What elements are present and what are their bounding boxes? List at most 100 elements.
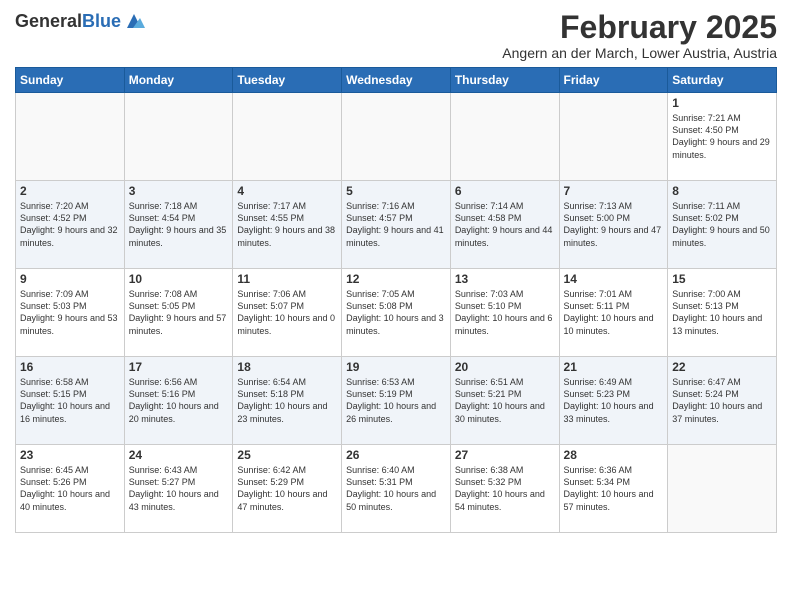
day-cell: 13 Sunrise: 7:03 AM Sunset: 5:10 PM Dayli… [450, 269, 559, 357]
day-cell: 10 Sunrise: 7:08 AM Sunset: 5:05 PM Dayli… [124, 269, 233, 357]
day-number: 17 [129, 360, 229, 374]
day-cell: 14 Sunrise: 7:01 AM Sunset: 5:11 PM Dayli… [559, 269, 668, 357]
day-number: 16 [20, 360, 120, 374]
day-info: Sunrise: 6:49 AM Sunset: 5:23 PM Dayligh… [564, 376, 664, 425]
day-cell: 15 Sunrise: 7:00 AM Sunset: 5:13 PM Dayli… [668, 269, 777, 357]
day-info: Sunrise: 6:58 AM Sunset: 5:15 PM Dayligh… [20, 376, 120, 425]
day-info: Sunrise: 6:47 AM Sunset: 5:24 PM Dayligh… [672, 376, 772, 425]
day-number: 7 [564, 184, 664, 198]
day-info: Sunrise: 7:21 AM Sunset: 4:50 PM Dayligh… [672, 112, 772, 161]
day-cell [668, 445, 777, 533]
day-cell [16, 93, 125, 181]
day-number: 14 [564, 272, 664, 286]
day-info: Sunrise: 7:00 AM Sunset: 5:13 PM Dayligh… [672, 288, 772, 337]
day-info: Sunrise: 6:36 AM Sunset: 5:34 PM Dayligh… [564, 464, 664, 513]
day-number: 9 [20, 272, 120, 286]
day-info: Sunrise: 7:08 AM Sunset: 5:05 PM Dayligh… [129, 288, 229, 337]
day-info: Sunrise: 7:03 AM Sunset: 5:10 PM Dayligh… [455, 288, 555, 337]
day-number: 11 [237, 272, 337, 286]
day-number: 8 [672, 184, 772, 198]
header: GeneralBlue February 2025 Angern an der … [15, 10, 777, 61]
day-number: 1 [672, 96, 772, 110]
col-header-tuesday: Tuesday [233, 68, 342, 93]
day-info: Sunrise: 6:45 AM Sunset: 5:26 PM Dayligh… [20, 464, 120, 513]
day-info: Sunrise: 6:40 AM Sunset: 5:31 PM Dayligh… [346, 464, 446, 513]
day-info: Sunrise: 7:18 AM Sunset: 4:54 PM Dayligh… [129, 200, 229, 249]
logo-general-text: General [15, 11, 82, 31]
day-number: 5 [346, 184, 446, 198]
day-info: Sunrise: 6:56 AM Sunset: 5:16 PM Dayligh… [129, 376, 229, 425]
day-cell: 6 Sunrise: 7:14 AM Sunset: 4:58 PM Daylig… [450, 181, 559, 269]
location: Angern an der March, Lower Austria, Aust… [502, 45, 777, 61]
logo-icon [123, 10, 145, 32]
day-info: Sunrise: 7:06 AM Sunset: 5:07 PM Dayligh… [237, 288, 337, 337]
col-header-wednesday: Wednesday [342, 68, 451, 93]
day-cell: 12 Sunrise: 7:05 AM Sunset: 5:08 PM Dayli… [342, 269, 451, 357]
day-cell: 22 Sunrise: 6:47 AM Sunset: 5:24 PM Dayli… [668, 357, 777, 445]
col-header-saturday: Saturday [668, 68, 777, 93]
day-number: 18 [237, 360, 337, 374]
day-cell [342, 93, 451, 181]
day-number: 20 [455, 360, 555, 374]
day-info: Sunrise: 6:54 AM Sunset: 5:18 PM Dayligh… [237, 376, 337, 425]
day-number: 13 [455, 272, 555, 286]
day-info: Sunrise: 7:13 AM Sunset: 5:00 PM Dayligh… [564, 200, 664, 249]
day-number: 21 [564, 360, 664, 374]
day-cell: 8 Sunrise: 7:11 AM Sunset: 5:02 PM Daylig… [668, 181, 777, 269]
week-row-5: 23Sunrise: 6:45 AM Sunset: 5:26 PM Dayli… [16, 445, 777, 533]
day-info: Sunrise: 6:38 AM Sunset: 5:32 PM Dayligh… [455, 464, 555, 513]
day-info: Sunrise: 6:51 AM Sunset: 5:21 PM Dayligh… [455, 376, 555, 425]
title-block: February 2025 Angern an der March, Lower… [502, 10, 777, 61]
day-info: Sunrise: 7:17 AM Sunset: 4:55 PM Dayligh… [237, 200, 337, 249]
day-number: 2 [20, 184, 120, 198]
day-number: 15 [672, 272, 772, 286]
day-cell: 5 Sunrise: 7:16 AM Sunset: 4:57 PM Daylig… [342, 181, 451, 269]
week-row-3: 9 Sunrise: 7:09 AM Sunset: 5:03 PM Daylig… [16, 269, 777, 357]
day-info: Sunrise: 7:14 AM Sunset: 4:58 PM Dayligh… [455, 200, 555, 249]
week-row-4: 16 Sunrise: 6:58 AM Sunset: 5:15 PM Dayli… [16, 357, 777, 445]
col-header-friday: Friday [559, 68, 668, 93]
day-cell: 4 Sunrise: 7:17 AM Sunset: 4:55 PM Daylig… [233, 181, 342, 269]
calendar-header-row: SundayMondayTuesdayWednesdayThursdayFrid… [16, 68, 777, 93]
day-number: 22 [672, 360, 772, 374]
col-header-monday: Monday [124, 68, 233, 93]
day-number: 6 [455, 184, 555, 198]
day-cell: 27 Sunrise: 6:38 AM Sunset: 5:32 PM Dayli… [450, 445, 559, 533]
day-number: 26 [346, 448, 446, 462]
day-cell: 7 Sunrise: 7:13 AM Sunset: 5:00 PM Daylig… [559, 181, 668, 269]
day-cell: 20 Sunrise: 6:51 AM Sunset: 5:21 PM Dayli… [450, 357, 559, 445]
day-number: 28 [564, 448, 664, 462]
day-info: Sunrise: 6:53 AM Sunset: 5:19 PM Dayligh… [346, 376, 446, 425]
logo-blue-text: Blue [82, 11, 121, 31]
page: GeneralBlue February 2025 Angern an der … [0, 0, 792, 612]
col-header-sunday: Sunday [16, 68, 125, 93]
day-info: Sunrise: 7:09 AM Sunset: 5:03 PM Dayligh… [20, 288, 120, 337]
day-info: Sunrise: 7:16 AM Sunset: 4:57 PM Dayligh… [346, 200, 446, 249]
day-number: 3 [129, 184, 229, 198]
day-number: 19 [346, 360, 446, 374]
day-info: Sunrise: 7:05 AM Sunset: 5:08 PM Dayligh… [346, 288, 446, 337]
day-info: Sunrise: 7:01 AM Sunset: 5:11 PM Dayligh… [564, 288, 664, 337]
day-cell: 21 Sunrise: 6:49 AM Sunset: 5:23 PM Dayli… [559, 357, 668, 445]
day-cell: 24Sunrise: 6:43 AM Sunset: 5:27 PM Dayli… [124, 445, 233, 533]
month-title: February 2025 [502, 10, 777, 45]
day-cell [233, 93, 342, 181]
day-cell: 3 Sunrise: 7:18 AM Sunset: 4:54 PM Daylig… [124, 181, 233, 269]
day-info: Sunrise: 6:42 AM Sunset: 5:29 PM Dayligh… [237, 464, 337, 513]
day-cell: 17 Sunrise: 6:56 AM Sunset: 5:16 PM Dayli… [124, 357, 233, 445]
day-number: 12 [346, 272, 446, 286]
day-number: 25 [237, 448, 337, 462]
day-cell: 1 Sunrise: 7:21 AM Sunset: 4:50 PM Daylig… [668, 93, 777, 181]
week-row-2: 2 Sunrise: 7:20 AM Sunset: 4:52 PM Daylig… [16, 181, 777, 269]
day-cell: 23Sunrise: 6:45 AM Sunset: 5:26 PM Dayli… [16, 445, 125, 533]
day-cell: 11 Sunrise: 7:06 AM Sunset: 5:07 PM Dayli… [233, 269, 342, 357]
day-number: 27 [455, 448, 555, 462]
day-number: 10 [129, 272, 229, 286]
day-info: Sunrise: 7:20 AM Sunset: 4:52 PM Dayligh… [20, 200, 120, 249]
day-info: Sunrise: 7:11 AM Sunset: 5:02 PM Dayligh… [672, 200, 772, 249]
week-row-1: 1 Sunrise: 7:21 AM Sunset: 4:50 PM Daylig… [16, 93, 777, 181]
day-cell [124, 93, 233, 181]
day-cell: 16 Sunrise: 6:58 AM Sunset: 5:15 PM Dayli… [16, 357, 125, 445]
day-cell: 26 Sunrise: 6:40 AM Sunset: 5:31 PM Dayli… [342, 445, 451, 533]
day-number: 4 [237, 184, 337, 198]
